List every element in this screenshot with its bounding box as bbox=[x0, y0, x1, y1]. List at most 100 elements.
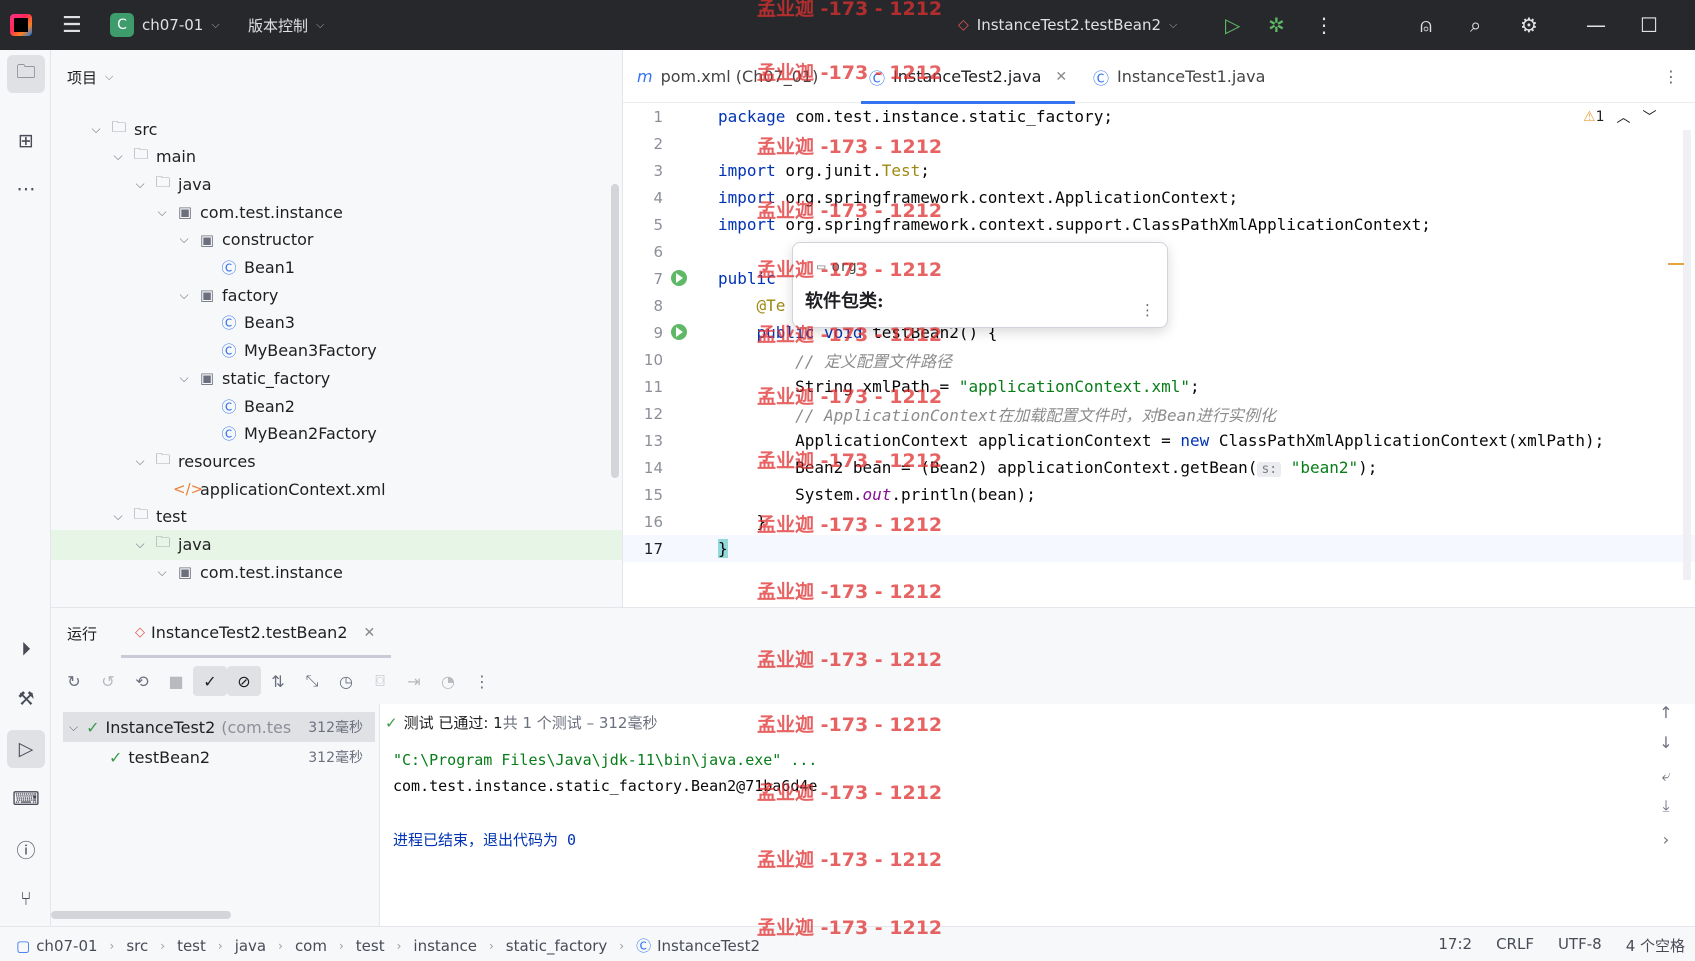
tree-item[interactable]: ⌵ 🗀 java bbox=[51, 169, 622, 199]
terminal-icon[interactable]: ⌨ bbox=[7, 780, 45, 818]
chevron-right-icon: › bbox=[109, 938, 115, 953]
chevron-right-icon[interactable]: › bbox=[1651, 830, 1681, 849]
rerun-icon[interactable]: ↻ bbox=[57, 666, 91, 696]
project-folder-icon[interactable]: 🗀 bbox=[7, 55, 45, 93]
chevron-down-icon[interactable]: ⌵ bbox=[107, 149, 129, 164]
tree-item[interactable]: ⌵ 🗀 resources bbox=[51, 446, 622, 476]
run-test-gutter-icon[interactable] bbox=[671, 270, 687, 286]
close-icon[interactable]: ✕ bbox=[1055, 69, 1067, 85]
tree-item[interactable]: ⌵ ▣ com.test.instance bbox=[51, 197, 622, 227]
chevron-down-icon[interactable]: ⌵ bbox=[107, 509, 129, 524]
tree-item[interactable]: ⌵ ▣ constructor bbox=[51, 225, 622, 255]
test-suite-row[interactable]: ⌵ ✓ InstanceTest2 (com.tes 312毫秒 bbox=[63, 712, 375, 742]
breadcrumb-item[interactable]: instance bbox=[413, 937, 477, 955]
toggle-auto-test-icon[interactable]: ⟲ bbox=[125, 666, 159, 696]
project-scrollbar[interactable] bbox=[611, 184, 619, 478]
scroll-down-icon[interactable]: ↓ bbox=[1651, 733, 1681, 752]
tree-item[interactable]: ⌵ ▣ factory bbox=[51, 280, 622, 310]
problems-icon[interactable]: ⓘ bbox=[7, 830, 45, 868]
history-icon[interactable]: ◷ bbox=[329, 666, 363, 696]
minimize-icon[interactable]: — bbox=[1586, 0, 1606, 50]
breadcrumb-item[interactable]: Ⓒ InstanceTest2 bbox=[636, 935, 760, 956]
chevron-down-icon[interactable]: ⌵ bbox=[129, 454, 151, 469]
structure-icon[interactable]: ⊞ bbox=[7, 122, 45, 160]
chevron-down-icon[interactable]: ⌵ bbox=[129, 537, 151, 552]
collapse-icon[interactable]: ⤡ bbox=[295, 666, 329, 696]
tree-item[interactable]: Ⓒ MyBean3Factory bbox=[51, 336, 622, 366]
run-tool-icon[interactable]: ▷ bbox=[7, 730, 45, 768]
tree-item[interactable]: Ⓒ Bean2 bbox=[51, 391, 622, 421]
tree-item[interactable]: ⌵ ▣ com.test.instance bbox=[51, 557, 622, 587]
test-suite-package: (com.tes bbox=[221, 717, 292, 737]
chevron-down-icon[interactable]: ⌵ bbox=[85, 122, 107, 137]
tab-instancetest2[interactable]: Ⓒ InstanceTest2.java ✕ bbox=[860, 50, 1076, 104]
services-icon[interactable]: ⏵ bbox=[7, 630, 45, 668]
breadcrumb-item[interactable]: test bbox=[177, 937, 206, 955]
warning-marker[interactable] bbox=[1668, 263, 1684, 265]
main-menu-icon[interactable]: ☰ bbox=[62, 0, 82, 50]
scroll-up-icon[interactable]: ↑ bbox=[1651, 703, 1681, 722]
file-encoding[interactable]: UTF-8 bbox=[1558, 935, 1602, 956]
chevron-down-icon[interactable]: ⌵ bbox=[129, 177, 151, 192]
stop-icon[interactable]: ■ bbox=[159, 666, 193, 696]
more-vertical-icon[interactable]: ⋮ bbox=[465, 666, 499, 696]
breadcrumb-item[interactable]: test bbox=[356, 937, 385, 955]
tab-instancetest1[interactable]: Ⓒ InstanceTest1.java bbox=[1093, 50, 1265, 103]
git-icon[interactable]: ⑂ bbox=[7, 880, 45, 918]
chevron-down-icon[interactable]: ⌵ bbox=[173, 232, 195, 247]
tree-item[interactable]: Ⓒ MyBean2Factory bbox=[51, 419, 622, 449]
editor-scrollbar[interactable] bbox=[1683, 130, 1691, 580]
console-output[interactable]: "C:\Program Files\Java\jdk-11\bin\java.e… bbox=[393, 743, 1563, 913]
build-icon[interactable]: ⚒ bbox=[7, 680, 45, 718]
run-tab[interactable]: ◇ InstanceTest2.testBean2 ✕ bbox=[135, 623, 375, 642]
chevron-down-icon[interactable]: ⌵ bbox=[173, 288, 195, 303]
breadcrumb-item[interactable]: src bbox=[126, 937, 148, 955]
sort-icon[interactable]: ⇅ bbox=[261, 666, 295, 696]
show-ignored-icon[interactable]: ⊘ bbox=[227, 666, 261, 696]
tab-pom-xml[interactable]: m pom.xml (Ch07_01) bbox=[637, 50, 818, 103]
tree-item[interactable]: </> applicationContext.xml bbox=[51, 474, 622, 504]
coverage-icon[interactable]: ◔ bbox=[431, 666, 465, 696]
debug-icon[interactable]: ✲ bbox=[1268, 0, 1285, 50]
search-icon[interactable]: ⌕ bbox=[1470, 0, 1481, 50]
tree-item[interactable]: ⌵ 🗀 src bbox=[51, 114, 622, 144]
chevron-down-icon[interactable]: ⌵ bbox=[173, 371, 195, 386]
tree-item[interactable]: Ⓒ Bean3 bbox=[51, 308, 622, 338]
caret-position[interactable]: 17:2 bbox=[1438, 935, 1472, 956]
rerun-failed-icon[interactable]: ↺ bbox=[91, 666, 125, 696]
tree-item[interactable]: ⌵ 🗀 java bbox=[51, 529, 622, 560]
screenshot-icon[interactable]: ⌼ bbox=[363, 666, 397, 696]
settings-icon[interactable]: ⚙ bbox=[1520, 0, 1538, 50]
tree-item[interactable]: Ⓒ Bean1 bbox=[51, 253, 622, 283]
more-vertical-icon[interactable]: ⋮ bbox=[1663, 50, 1679, 103]
test-case-row[interactable]: ✓ testBean2 312毫秒 bbox=[109, 742, 375, 772]
scroll-to-end-icon[interactable]: ⤓ bbox=[1651, 796, 1681, 816]
breadcrumb-item[interactable]: ▢ ch07-01 bbox=[16, 937, 98, 955]
tree-item[interactable]: ⌵ 🗀 main bbox=[51, 142, 622, 172]
run-config-selector[interactable]: ◇ InstanceTest2.testBean2 ⌵ bbox=[958, 0, 1177, 50]
indent-setting[interactable]: 4 个空格 bbox=[1626, 935, 1685, 956]
more-horizontal-icon[interactable]: ⋯ bbox=[7, 170, 45, 208]
add-user-icon[interactable]: ⍝ bbox=[1420, 0, 1432, 50]
close-icon[interactable]: ✕ bbox=[364, 625, 376, 641]
chevron-down-icon[interactable]: ⌵ bbox=[151, 565, 173, 580]
test-tree-hscrollbar[interactable] bbox=[51, 911, 231, 919]
project-panel-header[interactable]: 项目 ⌵ bbox=[51, 50, 622, 104]
show-passed-icon[interactable]: ✓ bbox=[193, 666, 227, 696]
project-selector[interactable]: C ch07-01 ⌵ bbox=[110, 0, 220, 50]
breadcrumb-item[interactable]: java bbox=[235, 937, 266, 955]
line-separator[interactable]: CRLF bbox=[1496, 935, 1534, 956]
maximize-icon[interactable]: ☐ bbox=[1640, 0, 1658, 50]
soft-wrap-icon[interactable]: ⤶ bbox=[1651, 766, 1681, 786]
tree-item[interactable]: ⌵ 🗀 test bbox=[51, 502, 622, 532]
breadcrumb-item[interactable]: com bbox=[295, 937, 327, 955]
run-test-gutter-icon[interactable] bbox=[671, 324, 687, 340]
run-icon[interactable]: ▷ bbox=[1225, 0, 1240, 50]
vcs-selector[interactable]: 版本控制 ⌵ bbox=[248, 0, 324, 50]
more-vertical-icon[interactable]: ⋮ bbox=[1314, 0, 1334, 50]
tree-item[interactable]: ⌵ ▣ static_factory bbox=[51, 363, 622, 393]
chevron-down-icon[interactable]: ⌵ bbox=[151, 205, 173, 220]
breadcrumb-item[interactable]: static_factory bbox=[506, 937, 608, 955]
more-vertical-icon[interactable]: ⋮ bbox=[1140, 301, 1155, 319]
import-icon[interactable]: ⇥ bbox=[397, 666, 431, 696]
